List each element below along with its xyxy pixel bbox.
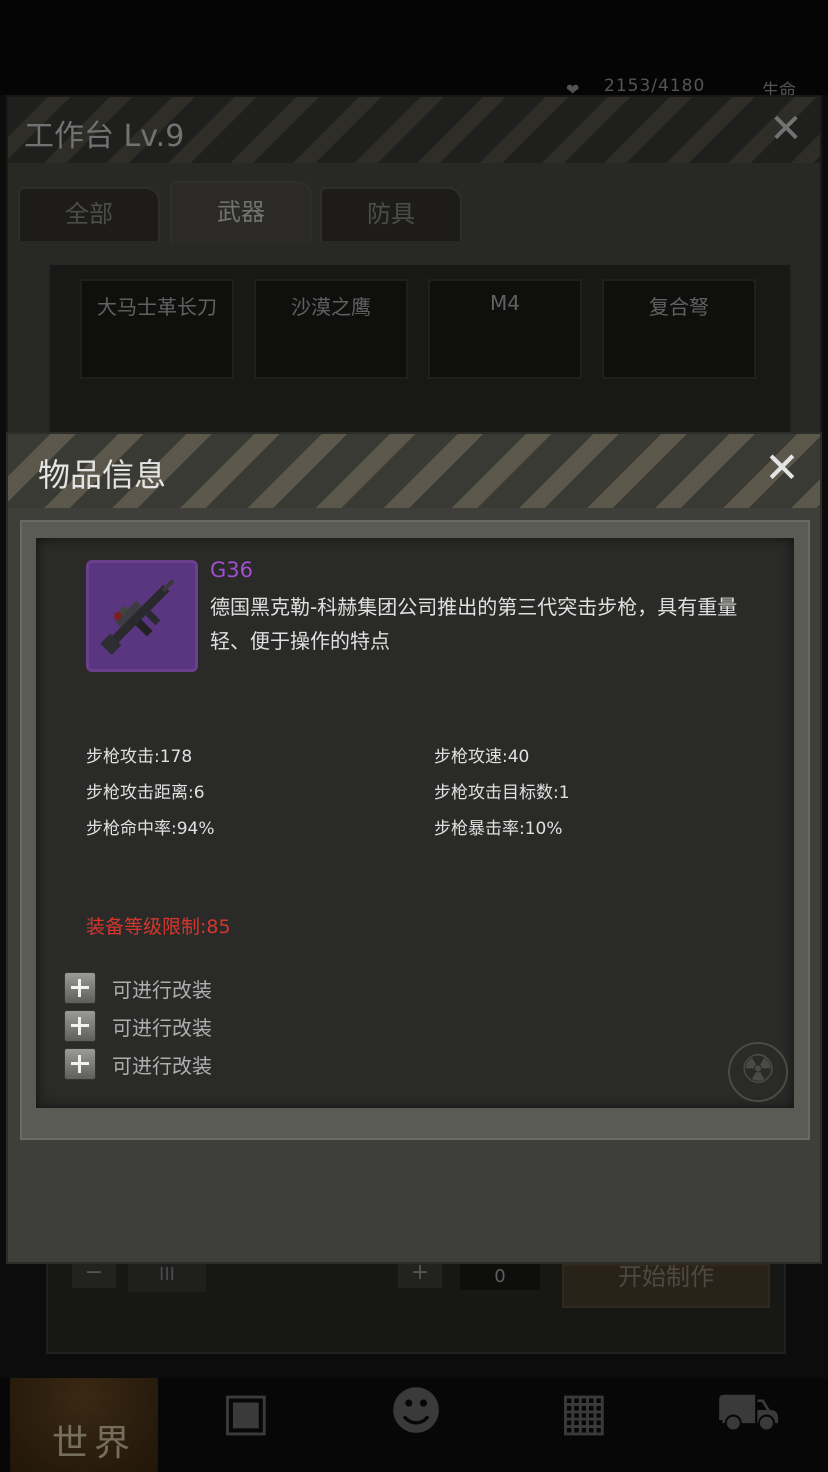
- mod-slot-label: 可进行改装: [112, 1016, 212, 1040]
- level-requirement: 装备等级限制:85: [86, 916, 231, 938]
- stat-attack-speed: 步枪攻速:40: [434, 747, 530, 767]
- radiation-icon: ☢: [728, 1042, 788, 1102]
- rifle-icon: [86, 560, 198, 672]
- dialog-header: 物品信息 ✕: [8, 434, 820, 508]
- stat-attack: 步枪攻击:178: [86, 747, 193, 767]
- plus-icon[interactable]: [64, 972, 96, 1004]
- mod-slot[interactable]: 可进行改装: [64, 1048, 364, 1080]
- item-details: G36 德国黑克勒-科赫集团公司推出的第三代突击步枪，具有重量轻、便于操作的特点…: [36, 538, 794, 1108]
- stat-range: 步枪攻击距离:6: [86, 783, 205, 803]
- close-icon[interactable]: ✕: [762, 447, 802, 489]
- stat-crit: 步枪暴击率:10%: [434, 819, 563, 839]
- stat-accuracy: 步枪命中率:94%: [86, 819, 215, 839]
- dialog-body: G36 德国黑克勒-科赫集团公司推出的第三代突击步枪，具有重量轻、便于操作的特点…: [20, 520, 810, 1140]
- item-description: 德国黑克勒-科赫集团公司推出的第三代突击步枪，具有重量轻、便于操作的特点: [210, 595, 738, 653]
- mod-slot[interactable]: 可进行改装: [64, 1010, 364, 1042]
- mod-slot-label: 可进行改装: [112, 1054, 212, 1078]
- mod-slot[interactable]: 可进行改装: [64, 972, 364, 1004]
- mod-slot-label: 可进行改装: [112, 978, 212, 1002]
- dialog-title: 物品信息: [38, 456, 167, 494]
- item-info-dialog: 物品信息 ✕ G36 德国黑克勒-科赫集团公司推出的第三代突击步枪，具有重量轻、…: [6, 432, 822, 1264]
- stat-targets: 步枪攻击目标数:1: [434, 783, 570, 803]
- plus-icon[interactable]: [64, 1010, 96, 1042]
- plus-icon[interactable]: [64, 1048, 96, 1080]
- item-name: G36: [210, 558, 253, 582]
